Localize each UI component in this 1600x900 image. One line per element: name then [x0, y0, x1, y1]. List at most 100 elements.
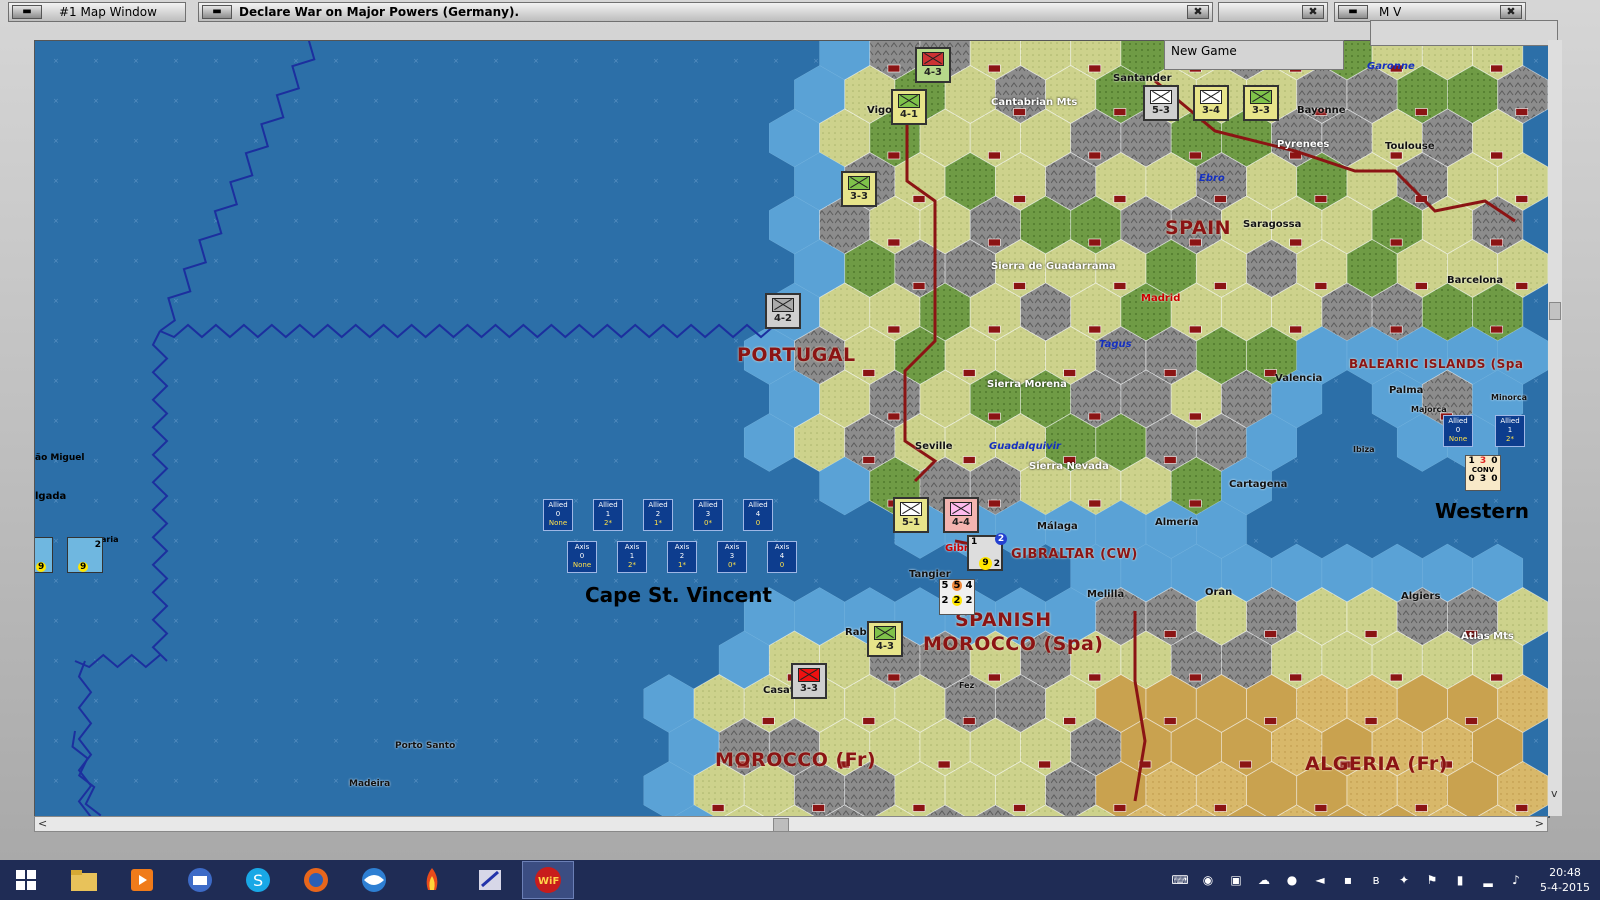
secondary-titlebar[interactable]: ✖ — [1218, 2, 1328, 22]
unit-bayonne[interactable]: 3-3 — [1243, 85, 1279, 121]
main-window-menu-button[interactable]: ▬ — [202, 5, 232, 19]
volume-icon[interactable]: ♪ — [1506, 870, 1526, 890]
unit-basque-yellow[interactable]: 3-4 — [1193, 85, 1229, 121]
control-flag-icon — [1264, 717, 1277, 725]
control-flag-icon — [988, 238, 1001, 247]
tangier-air-stack[interactable]: 5 5 4 2 2 2 — [939, 579, 975, 615]
axis-sea-box-2[interactable]: Axis 2 1* — [667, 541, 697, 573]
allied-sea-box-4[interactable]: Allied 4 0 — [743, 499, 773, 531]
game-flame-icon[interactable] — [406, 861, 458, 899]
control-flag-icon — [1389, 238, 1403, 247]
media-player-icon[interactable] — [116, 861, 168, 899]
scroll-down-icon[interactable]: v — [1551, 787, 1558, 800]
terrain-guadarrama: Sierra de Guadarrama — [991, 261, 1116, 272]
balearic-sea-box-1[interactable]: Allied 1 2* — [1495, 415, 1525, 447]
app-tray-icon[interactable]: ▣ — [1226, 870, 1246, 890]
network-icon[interactable]: ▂ — [1478, 870, 1498, 890]
mv-titlebar[interactable]: ▬ M V ✖ — [1334, 2, 1526, 22]
axis-sea-box-4[interactable]: Axis 4 0 — [767, 541, 797, 573]
close-icon[interactable]: ✖ — [1302, 5, 1324, 19]
unit-vigo[interactable]: 4-1 — [891, 89, 927, 125]
country-label-gibraltar: GIBRALTAR (CW) — [1011, 547, 1138, 562]
horizontal-scrollbar[interactable]: < > — [34, 816, 1548, 832]
browser-icon[interactable] — [348, 861, 400, 899]
unit-portugal[interactable]: 4-2 — [765, 293, 801, 329]
country-label-spanish-morocco: MOROCCO (Spa) — [923, 633, 1104, 655]
security-icon[interactable]: ● — [1282, 870, 1302, 890]
volume-muted-icon[interactable]: ◄ — [1310, 870, 1330, 890]
control-flag-icon — [1465, 717, 1478, 725]
balearic-sea-box-0[interactable]: Allied 0 None — [1443, 415, 1473, 447]
unit-casablanca[interactable]: 3-3 — [791, 663, 827, 699]
firefox-icon[interactable] — [290, 861, 342, 899]
camera-icon[interactable]: ▪ — [1338, 870, 1358, 890]
world-in-flames-icon[interactable]: WiF — [522, 861, 574, 899]
unit-santander-north[interactable]: 4-3 — [915, 47, 951, 83]
mv-window-menu-button[interactable]: ▬ — [1338, 5, 1368, 19]
unit-cadiz[interactable]: 5-1 — [893, 497, 929, 533]
allied-sea-box-2[interactable]: Allied 2 1* — [643, 499, 673, 531]
city-santander: Santander — [1113, 73, 1172, 84]
city-minorca: Minorca — [1491, 393, 1527, 402]
scroll-left-icon[interactable]: < — [38, 817, 47, 830]
control-flag-icon — [1088, 412, 1102, 421]
mv-panel — [1370, 20, 1558, 46]
new-game-panel[interactable]: New Game — [1164, 40, 1344, 70]
steam-icon[interactable]: ◉ — [1198, 870, 1218, 890]
thunderbird-icon[interactable] — [174, 861, 226, 899]
control-flag-icon — [1364, 630, 1378, 638]
unit-galicia[interactable]: 3-3 — [841, 171, 877, 207]
close-icon[interactable]: ✖ — [1500, 5, 1522, 19]
clock[interactable]: 20:48 5-4-2015 — [1530, 865, 1600, 895]
unit-rabat[interactable]: 4-3 — [867, 621, 903, 657]
control-flag-icon — [912, 195, 926, 203]
control-flag-icon — [1063, 369, 1076, 377]
windows-start-icon[interactable] — [0, 861, 52, 899]
allied-sea-box-0[interactable]: Allied 0 None — [543, 499, 573, 531]
gibraltar-naval-stack[interactable]: 1 2 9 2 — [967, 533, 1007, 571]
bluetooth-icon[interactable]: ʙ — [1366, 870, 1386, 890]
city-oran: Oran — [1205, 587, 1233, 598]
system-tray: ⌨ ◉ ▣ ☁ ● ◄ ▪ ʙ ✦ ⚑ ▮ ▂ ♪ 20:48 5-4-2015 — [1166, 860, 1600, 900]
control-flag-icon — [962, 369, 976, 377]
control-flag-icon — [1389, 151, 1403, 160]
city-palma: Palma — [1389, 385, 1424, 396]
keyboard-icon[interactable]: ⌨ — [1170, 870, 1190, 890]
terrain-cantabrian: Cantabrian Mts — [991, 97, 1078, 108]
scroll-right-icon[interactable]: > — [1535, 817, 1544, 830]
close-icon[interactable]: ✖ — [1187, 5, 1209, 19]
axis-sea-box-3[interactable]: Axis 3 0* — [717, 541, 747, 573]
cloud-icon[interactable]: ☁ — [1254, 870, 1274, 890]
file-explorer-icon[interactable] — [58, 861, 110, 899]
horizontal-scroll-thumb[interactable] — [773, 818, 789, 832]
map-window-titlebar[interactable]: ▬ #1 Map Window — [8, 2, 186, 22]
map-viewport[interactable]: × SPAIN PORTUGAL SPANISH MOROCCO (Spa) M… — [34, 40, 1550, 818]
unit-andalusia[interactable]: 4-4 — [943, 497, 979, 533]
control-flag-icon — [912, 804, 926, 812]
vertical-scroll-thumb[interactable] — [1549, 302, 1561, 320]
main-titlebar[interactable]: ▬ Declare War on Major Powers (Germany).… — [198, 2, 1213, 22]
hex-map[interactable]: × — [35, 41, 1549, 817]
window-menu-button[interactable]: ▬ — [12, 5, 42, 19]
allied-sea-box-3[interactable]: Allied 3 0* — [693, 499, 723, 531]
control-flag-icon — [887, 238, 901, 247]
vertical-scrollbar[interactable]: v — [1548, 40, 1562, 816]
control-flag-icon — [988, 325, 1001, 334]
game-editor-icon[interactable] — [464, 861, 516, 899]
azores-unit-b[interactable]: 9 2 — [67, 537, 103, 573]
axis-sea-box-0[interactable]: Axis 0 None — [567, 541, 597, 573]
control-flag-icon — [1515, 282, 1529, 290]
azores-unit-a[interactable]: 9 — [35, 537, 53, 573]
battery-icon[interactable]: ▮ — [1450, 870, 1470, 890]
city-algiers: Algiers — [1401, 591, 1441, 602]
tools-icon[interactable]: ✦ — [1394, 870, 1414, 890]
control-flag-icon — [1189, 499, 1202, 508]
control-flag-icon — [1063, 717, 1076, 725]
hex-grid[interactable] — [643, 41, 1549, 817]
unit-basque-gray[interactable]: 5-3 — [1143, 85, 1179, 121]
flag-icon[interactable]: ⚑ — [1422, 870, 1442, 890]
convoy-stack[interactable]: 1 3 0 CONV 0 3 0 — [1465, 455, 1501, 491]
allied-sea-box-1[interactable]: Allied 1 2* — [593, 499, 623, 531]
axis-sea-box-1[interactable]: Axis 1 2* — [617, 541, 647, 573]
skype-icon[interactable]: S — [232, 861, 284, 899]
